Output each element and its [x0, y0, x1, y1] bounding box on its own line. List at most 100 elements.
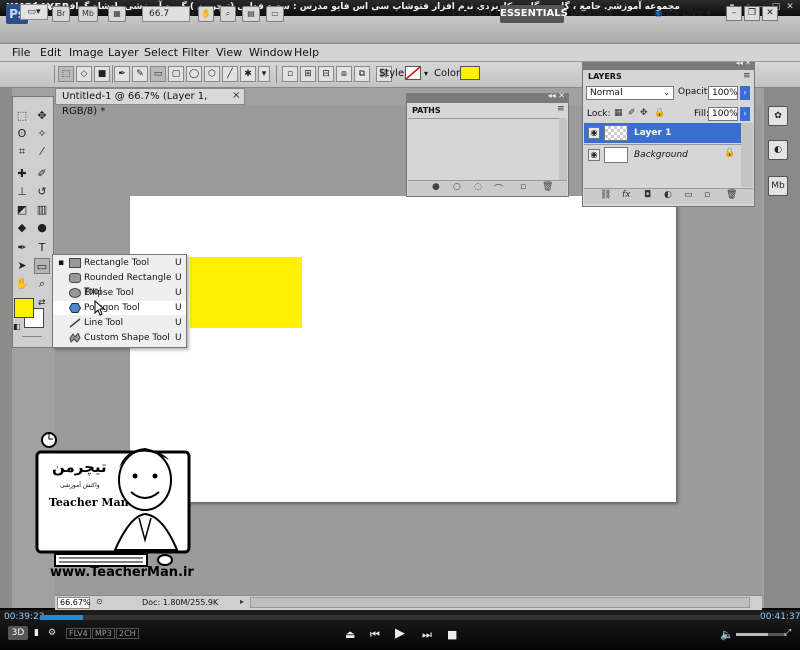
shape-layers-button[interactable]: ⬚: [58, 66, 74, 82]
zoom-tool-icon[interactable]: ⌕: [34, 276, 50, 292]
layers-scrollbar[interactable]: [741, 123, 753, 187]
flyout-item-custom-shape[interactable]: Custom Shape Tool U: [53, 331, 186, 345]
mini-bridge-panel-icon[interactable]: Mb: [768, 176, 788, 196]
pen-tool-icon[interactable]: ✒: [14, 240, 30, 256]
quick-selection-tool-icon[interactable]: ✧: [34, 126, 50, 142]
rounded-rectangle-option-icon[interactable]: ▢: [168, 66, 184, 82]
view-extras-button[interactable]: ▦: [108, 6, 126, 22]
new-path-icon[interactable]: ▫: [520, 182, 526, 192]
polygon-option-icon[interactable]: ⬡: [204, 66, 220, 82]
rectangle-tool-icon[interactable]: ▭: [34, 258, 50, 274]
tool-preset-picker[interactable]: ▭▾: [20, 4, 48, 20]
marquee-tool-icon[interactable]: ⬚: [14, 108, 30, 124]
menu-image[interactable]: Image: [69, 45, 103, 61]
fill-slider-icon[interactable]: ›: [740, 107, 750, 121]
create-new-shape-layer-icon[interactable]: ▫: [282, 66, 298, 82]
blur-tool-icon[interactable]: ◆: [14, 220, 30, 236]
volume-icon[interactable]: 🔈: [720, 628, 734, 641]
stop-icon[interactable]: ■: [447, 628, 457, 641]
more-workspaces-button[interactable]: »: [616, 5, 636, 23]
opacity-field[interactable]: 100%: [708, 86, 738, 100]
fill-path-icon[interactable]: ●: [432, 182, 440, 192]
play-icon[interactable]: ▶: [395, 626, 405, 641]
pen-tool-option-icon[interactable]: ✒: [114, 66, 130, 82]
close-document-icon[interactable]: ×: [232, 90, 240, 101]
add-mask-icon[interactable]: ◘: [644, 190, 651, 200]
menu-layer[interactable]: Layer: [108, 45, 139, 61]
load-path-as-selection-icon[interactable]: ◌: [474, 182, 482, 192]
3d-button[interactable]: 3D: [8, 626, 28, 640]
paths-panel-menu-icon[interactable]: ≡: [557, 104, 565, 114]
zoom-level-field[interactable]: 66.7: [142, 6, 190, 22]
workspace-fadaei[interactable]: FADAEI: [450, 5, 494, 23]
document-tab[interactable]: Untitled-1 @ 66.7% (Layer 1, RGB/8) *: [55, 88, 245, 117]
fill-pixels-button[interactable]: ■: [94, 66, 110, 82]
menu-filter[interactable]: Filter: [182, 45, 209, 61]
custom-shape-option-icon[interactable]: ✱: [240, 66, 256, 82]
exclude-overlapping-icon[interactable]: ⧉: [354, 66, 370, 82]
paths-tab[interactable]: PATHS: [408, 104, 448, 118]
visibility-eye-icon[interactable]: ◉: [588, 127, 600, 139]
workspace-essentials[interactable]: ESSENTIALS: [500, 5, 568, 23]
flyout-item-ellipse[interactable]: Ellipse Tool U: [53, 286, 186, 300]
geometry-options-icon[interactable]: ▾: [258, 66, 270, 82]
yellow-rectangle-shape[interactable]: [190, 257, 302, 328]
player-close-icon[interactable]: ✕: [784, 2, 796, 13]
paths-panel-header[interactable]: ◂◂ ✕: [406, 91, 569, 103]
flyout-item-polygon[interactable]: Polygon Tool U: [53, 301, 186, 315]
visibility-eye-icon[interactable]: ◉: [588, 149, 600, 161]
paths-mode-button[interactable]: ◇: [76, 66, 92, 82]
playlist-icon[interactable]: ▮: [34, 628, 39, 638]
bridge-button[interactable]: Br: [52, 6, 70, 22]
history-brush-tool-icon[interactable]: ↺: [34, 184, 50, 200]
stroke-path-icon[interactable]: ○: [453, 182, 461, 192]
freeform-pen-option-icon[interactable]: ✎: [132, 66, 148, 82]
menu-file[interactable]: File: [12, 45, 30, 61]
arrange-documents-button[interactable]: ▤: [242, 6, 260, 22]
mini-bridge-button[interactable]: Mb: [78, 6, 98, 22]
flyout-item-rounded-rectangle[interactable]: Rounded Rectangle Tool U: [53, 271, 186, 297]
hand-tool-button[interactable]: ✋: [198, 6, 214, 22]
dodge-tool-icon[interactable]: ●: [34, 220, 50, 236]
menu-help[interactable]: Help: [294, 45, 319, 61]
collapse-panel-icon[interactable]: ◂◂ ✕: [548, 91, 565, 100]
ps-close-icon[interactable]: ✕: [762, 6, 778, 21]
style-dropdown-icon[interactable]: ▾: [424, 66, 428, 82]
previous-icon[interactable]: ⏮: [370, 628, 380, 642]
add-to-shape-area-icon[interactable]: ⊞: [300, 66, 316, 82]
paths-scrollbar[interactable]: [559, 118, 567, 180]
rectangle-option-icon[interactable]: ▭: [150, 66, 166, 82]
move-tool-icon[interactable]: ✥: [34, 108, 50, 124]
menu-view[interactable]: View: [216, 45, 242, 61]
ps-minimize-icon[interactable]: –: [726, 6, 742, 21]
layer-style-icon[interactable]: fx: [622, 190, 631, 200]
lock-all-icon[interactable]: 🔒: [654, 108, 665, 118]
color-panel-icon[interactable]: ✿: [768, 106, 788, 126]
swap-colors-icon[interactable]: ⇄: [38, 298, 46, 308]
lasso-tool-icon[interactable]: ʘ: [14, 126, 30, 142]
ps-restore-icon[interactable]: ❐: [744, 6, 760, 21]
layers-panel-header[interactable]: ◂◂ ✕: [582, 59, 755, 70]
status-menu-arrow-icon[interactable]: ▸: [240, 597, 244, 606]
layers-panel-menu-icon[interactable]: ≡: [743, 71, 751, 81]
new-group-icon[interactable]: ▭: [684, 190, 693, 200]
collapse-panel-icon[interactable]: ◂◂ ✕: [736, 59, 751, 67]
line-option-icon[interactable]: ╱: [222, 66, 238, 82]
settings-icon[interactable]: ⚙: [48, 628, 56, 638]
seek-bar[interactable]: [40, 615, 760, 620]
path-selection-tool-icon[interactable]: ➤: [14, 258, 30, 274]
flyout-item-rectangle[interactable]: ▪ Rectangle Tool U: [53, 256, 186, 270]
document-canvas[interactable]: [130, 196, 676, 502]
brush-tool-icon[interactable]: ✐: [34, 166, 50, 182]
crop-tool-icon[interactable]: ⌗: [14, 144, 30, 160]
lock-position-icon[interactable]: ✥: [640, 108, 648, 118]
horizontal-scrollbar[interactable]: [250, 597, 750, 608]
default-colors-icon[interactable]: ◧: [13, 322, 21, 331]
layer-row-background[interactable]: ◉ Background 🔒: [584, 144, 741, 164]
delete-layer-icon[interactable]: 🗑: [726, 190, 737, 200]
foreground-color-swatch[interactable]: [14, 298, 34, 318]
hand-tool-icon[interactable]: ✋: [14, 276, 30, 292]
shape-color-swatch[interactable]: [460, 66, 480, 80]
layer-row-layer-1[interactable]: ◉ Layer 1: [584, 123, 741, 143]
delete-path-icon[interactable]: 🗑: [542, 182, 553, 192]
